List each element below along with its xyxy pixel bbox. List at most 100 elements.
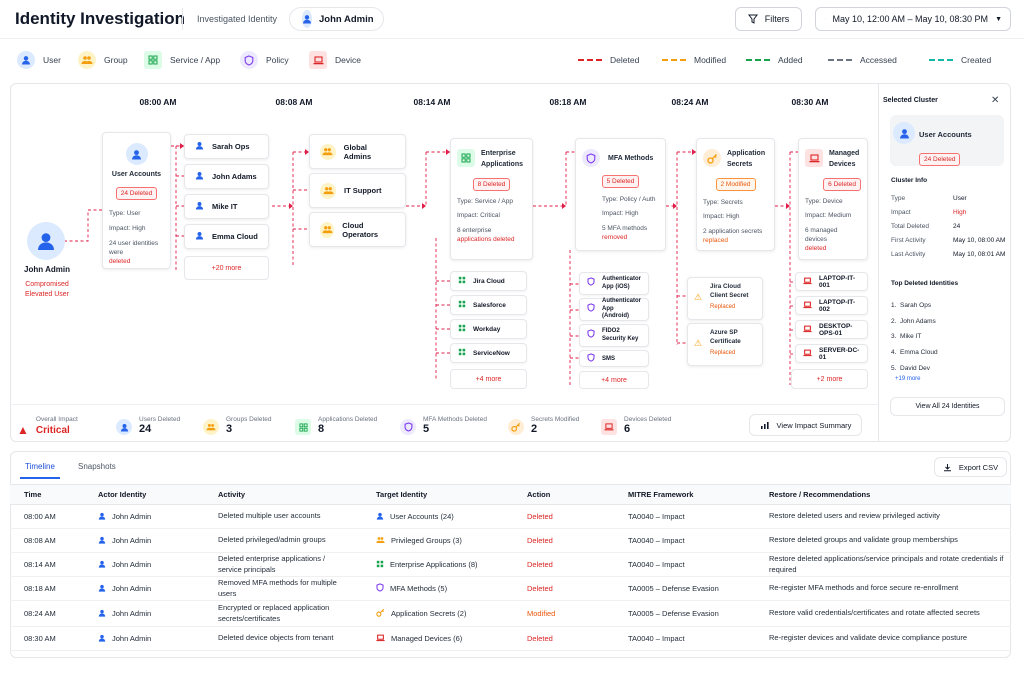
user-icon xyxy=(98,584,106,594)
impact-groups: Groups Deleted 3 xyxy=(203,415,272,435)
impact-secrets: Secrets Modified 2 xyxy=(508,415,579,435)
shield-icon xyxy=(582,149,600,167)
app-grid-icon xyxy=(458,300,466,310)
app-grid-icon xyxy=(458,348,466,358)
user-node[interactable]: John Adams xyxy=(184,164,269,189)
deleted-badge: 24 Deleted xyxy=(919,153,961,166)
group-node[interactable]: Global Admins xyxy=(309,134,406,169)
view-impact-summary-button[interactable]: View Impact Summary xyxy=(749,414,862,436)
devices-more-button[interactable]: +2 more xyxy=(791,369,868,389)
cell-target[interactable]: Privileged Groups (3) xyxy=(362,528,513,553)
time-label-2: 08:08 AM xyxy=(275,97,313,107)
cluster-user-accounts[interactable]: User Accounts 24 Deleted Type: User Impa… xyxy=(102,132,171,269)
table-row[interactable]: 08:00 AM John Admin Deleted multiple user … xyxy=(10,504,1011,529)
table-header-row: Time Actor Identity Activity Target Identit… xyxy=(10,484,1011,505)
cell-activity: Deleted multiple user accounts xyxy=(204,504,362,529)
cell-time: 08:30 AM xyxy=(10,626,84,651)
cell-target[interactable]: User Accounts (24) xyxy=(362,504,513,529)
secret-node[interactable]: ⚠ Jira Cloud Client Secret Replaced xyxy=(687,277,763,320)
user-node[interactable]: Mike IT xyxy=(184,194,269,219)
mfa-node[interactable]: FIDO2 Security Key xyxy=(579,324,649,347)
laptop-icon xyxy=(376,634,385,644)
cell-recommendation: Restore deleted applications/service pri… xyxy=(755,552,1011,577)
app-grid-icon xyxy=(458,276,466,286)
cell-actor: John Admin xyxy=(84,600,204,627)
cell-mitre: TA0040 – Impact xyxy=(614,552,755,577)
app-node[interactable]: Workday xyxy=(450,319,527,339)
deleted-badge: 24 Deleted xyxy=(115,187,158,200)
impact-devices: Devices Deleted 6 xyxy=(601,415,671,435)
cell-target[interactable]: MFA Methods (5) xyxy=(362,576,513,601)
group-node[interactable]: IT Support xyxy=(309,173,406,208)
deleted-badge: 8 Deleted xyxy=(472,178,511,191)
cell-actor: John Admin xyxy=(84,576,204,601)
user-node[interactable]: Emma Cloud xyxy=(184,224,269,249)
table-row[interactable]: 08:24 AM John Admin Encrypted or replaced … xyxy=(10,600,1011,627)
top-deleted-more-link[interactable]: +19 more xyxy=(895,376,921,382)
user-icon xyxy=(98,560,106,570)
laptop-icon xyxy=(803,349,812,359)
cell-activity: Deleted device objects from tenant xyxy=(204,626,362,651)
table-row[interactable]: 08:08 AM John Admin Deleted privileged/adm… xyxy=(10,528,1011,553)
deleted-badge: 5 Deleted xyxy=(601,175,640,188)
deleted-badge: 6 Deleted xyxy=(823,178,861,191)
close-icon[interactable]: ✕ xyxy=(991,95,999,106)
impact-mfa: MFA Methods Deleted 5 xyxy=(400,415,487,435)
time-label-1: 08:00 AM xyxy=(139,97,177,107)
side-panel-title: Selected Cluster xyxy=(883,97,938,104)
app-grid-icon xyxy=(457,149,475,167)
time-label-3: 08:14 AM xyxy=(413,97,451,107)
app-node[interactable]: ServiceNow xyxy=(450,343,527,363)
cell-actor: John Admin xyxy=(84,504,204,529)
cluster-managed-devices[interactable]: Managed Devices 6 Deleted Type: Device I… xyxy=(798,138,868,260)
table-row[interactable]: 08:14 AM John Admin Deleted enterprise app… xyxy=(10,552,1011,577)
device-node[interactable]: DESKTOP-OPS-01 xyxy=(795,320,868,339)
users-more-button[interactable]: +20 more xyxy=(184,256,269,280)
cell-target[interactable]: Enterprise Applications (8) xyxy=(362,552,513,577)
cell-target[interactable]: Managed Devices (6) xyxy=(362,626,513,651)
group-node[interactable]: Cloud Operators xyxy=(309,212,406,247)
secret-node[interactable]: ⚠ Azure SP Certificate Replaced xyxy=(687,323,763,366)
shield-icon xyxy=(587,303,595,316)
table-row[interactable]: 08:30 AM John Admin Deleted device objects… xyxy=(10,626,1011,651)
app-node[interactable]: Salesforce xyxy=(450,295,527,315)
key-icon xyxy=(508,419,524,435)
user-node[interactable]: Sarah Ops xyxy=(184,134,269,159)
cell-activity: Removed MFA methods for multiple users xyxy=(204,576,362,601)
app-node[interactable]: Jira Cloud xyxy=(450,271,527,291)
table-row[interactable]: 08:18 AM John Admin Removed MFA methods fo… xyxy=(10,576,1011,601)
user-icon xyxy=(195,231,204,242)
tab-active-indicator xyxy=(20,477,60,479)
cell-time: 08:08 AM xyxy=(10,528,84,553)
export-csv-button[interactable]: Export CSV xyxy=(934,457,1007,477)
cell-time: 08:14 AM xyxy=(10,552,84,577)
shield-icon xyxy=(587,353,595,364)
cluster-enterprise-applications[interactable]: Enterprise Applications 8 Deleted Type: … xyxy=(450,138,533,260)
tab-timeline[interactable]: Timeline xyxy=(25,462,55,471)
mfa-node[interactable]: Authenticator App (iOS) xyxy=(579,272,649,295)
mfa-more-button[interactable]: +4 more xyxy=(579,371,649,389)
user-icon xyxy=(195,201,204,212)
cluster-info-title: Cluster Info xyxy=(891,177,928,184)
mfa-node[interactable]: SMS xyxy=(579,350,649,367)
cell-time: 08:00 AM xyxy=(10,504,84,529)
cluster-application-secrets[interactable]: Application Secrets 2 Modified Type: Sec… xyxy=(696,138,775,251)
cell-recommendation: Restore deleted groups and validate grou… xyxy=(755,528,1011,553)
view-all-identities-button[interactable]: View All 24 Identities xyxy=(890,397,1005,416)
device-node[interactable]: LAPTOP-IT-001 xyxy=(795,272,868,291)
tab-snapshots[interactable]: Snapshots xyxy=(78,462,116,471)
laptop-icon xyxy=(803,277,812,287)
apps-more-button[interactable]: +4 more xyxy=(450,369,527,389)
device-node[interactable]: LAPTOP-IT-002 xyxy=(795,296,868,315)
app-grid-icon xyxy=(295,419,311,435)
cluster-mfa-methods[interactable]: MFA Methods 5 Deleted Type: Policy / Aut… xyxy=(575,138,666,251)
top-deleted-list: 1. Sarah Ops 2. John Adams 3. Mike IT 4. Em… xyxy=(891,302,938,372)
cell-recommendation: Re-register devices and validate device … xyxy=(755,626,1011,651)
root-name: John Admin xyxy=(24,265,70,274)
selected-cluster-card: User Accounts 24 Deleted xyxy=(890,115,1004,166)
cell-actor: John Admin xyxy=(84,626,204,651)
cell-target[interactable]: Application Secrets (2) xyxy=(362,600,513,627)
mfa-node[interactable]: Authenticator App (Android) xyxy=(579,298,649,321)
device-node[interactable]: SERVER-DC-01 xyxy=(795,344,868,363)
root-user-icon[interactable] xyxy=(27,222,65,260)
